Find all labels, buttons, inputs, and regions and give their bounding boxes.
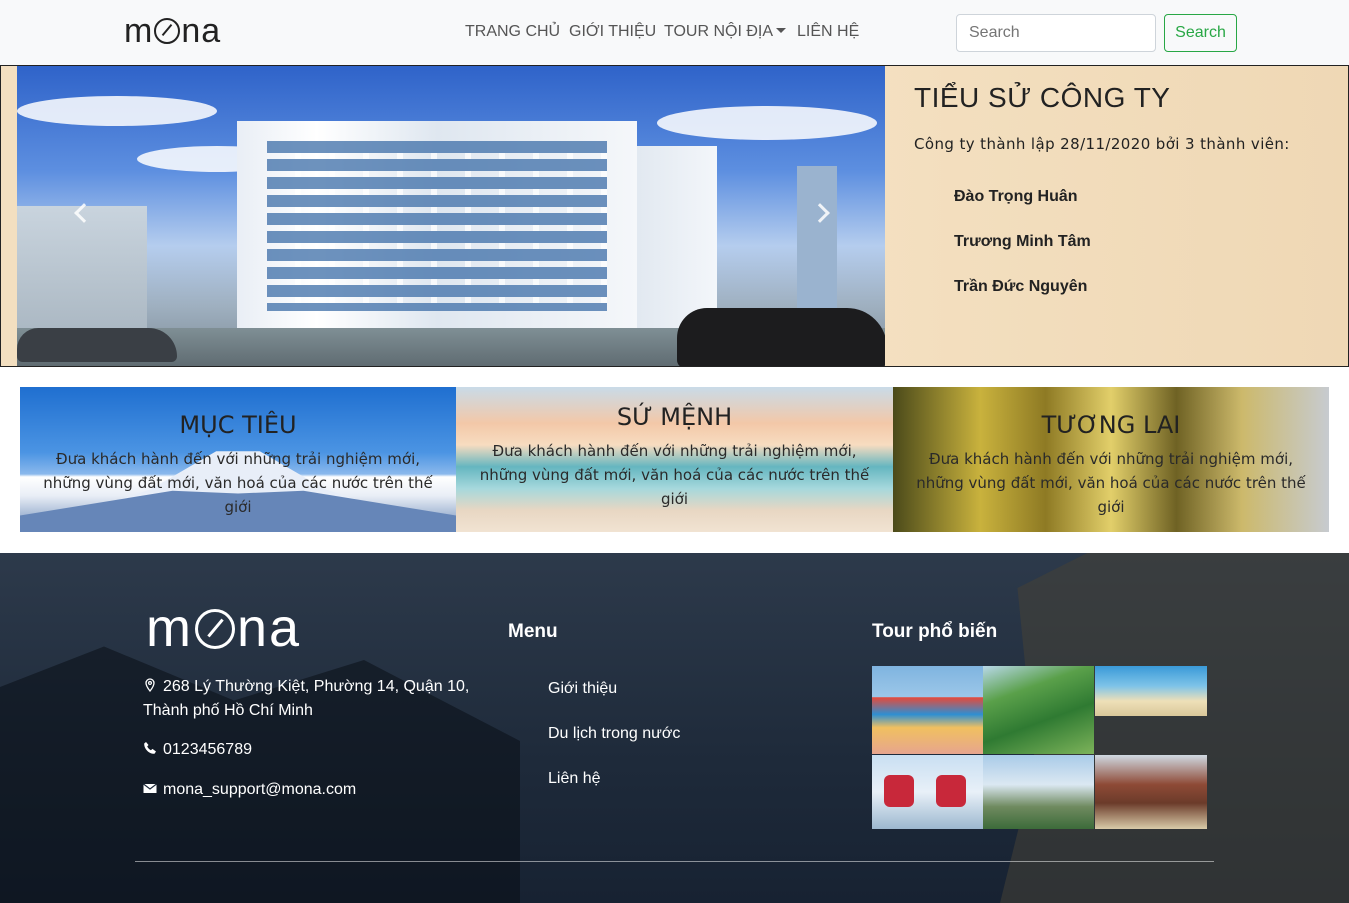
building bbox=[17, 206, 147, 336]
company-history-subtitle: Công ty thành lập 28/11/2020 bởi 3 thành… bbox=[914, 135, 1290, 153]
member-name: Đào Trọng Huân bbox=[954, 188, 1078, 205]
compass-icon bbox=[194, 609, 235, 649]
nav-link-domestic-tours-label: TOUR NỘI ĐỊA bbox=[664, 23, 774, 40]
phone-icon bbox=[144, 742, 156, 754]
search-input[interactable] bbox=[956, 14, 1156, 52]
tour-thumbnail[interactable] bbox=[983, 666, 1094, 754]
footer-tours-heading: Tour phổ biến bbox=[872, 621, 998, 642]
nav-link-domestic-tours[interactable]: TOUR NỘI ĐỊA bbox=[664, 23, 787, 41]
nav-link-home[interactable]: TRANG CHỦ bbox=[465, 23, 560, 41]
member-name: Trần Đức Nguyên bbox=[954, 278, 1088, 295]
email-address: mona_support@mona.com bbox=[163, 781, 357, 798]
card-text: Đưa khách hành đến với những trải nghiệm… bbox=[479, 442, 870, 508]
future-card: TƯƠNG LAI Đưa khách hành đến với những t… bbox=[893, 387, 1329, 532]
tour-thumbnail[interactable] bbox=[872, 666, 983, 754]
footer-link-contact[interactable]: Liên hệ bbox=[548, 770, 601, 788]
cliff-background bbox=[0, 646, 520, 903]
card-title: TƯƠNG LAI bbox=[1041, 411, 1181, 439]
carousel-image bbox=[17, 66, 885, 366]
footer-link-domestic-travel[interactable]: Du lịch trong nước bbox=[548, 725, 680, 743]
footer-email: mona_support@mona.com bbox=[143, 778, 356, 802]
tour-thumbnail[interactable] bbox=[1095, 755, 1207, 829]
company-history-title: TIỂU SỬ CÔNG TY bbox=[914, 82, 1171, 113]
location-pin-icon bbox=[145, 678, 155, 692]
member-name: Trương Minh Tâm bbox=[954, 233, 1091, 250]
footer-phone: 0123456789 bbox=[143, 738, 252, 762]
nav-link-about[interactable]: GIỚI THIỆU bbox=[569, 23, 656, 41]
card-text: Đưa khách hành đến với những trải nghiệm… bbox=[43, 450, 433, 516]
tour-thumbnail[interactable] bbox=[1095, 666, 1207, 716]
car bbox=[677, 308, 885, 366]
brand-logo[interactable]: m na bbox=[124, 12, 221, 51]
phone-number: 0123456789 bbox=[163, 741, 252, 758]
search-button[interactable]: Search bbox=[1164, 14, 1237, 52]
footer-divider bbox=[135, 861, 1214, 862]
cloud bbox=[657, 106, 877, 140]
card-title: MỤC TIÊU bbox=[179, 411, 297, 439]
address-line: 268 Lý Thường Kiệt, Phường 14, Quận 10, bbox=[163, 678, 470, 695]
mission-card: SỨ MỆNH Đưa khách hành đến với những trả… bbox=[456, 387, 893, 532]
office-building bbox=[237, 121, 637, 331]
footer-address: 268 Lý Thường Kiệt, Phường 14, Quận 10, … bbox=[143, 675, 469, 723]
nav-link-contact[interactable]: LIÊN HỆ bbox=[797, 23, 859, 41]
navbar: m na TRANG CHỦ GIỚI THIỆU TOUR NỘI ĐỊA LI… bbox=[0, 0, 1349, 65]
card-text: Đưa khách hành đến với những trải nghiệm… bbox=[916, 450, 1306, 516]
dropdown-caret-icon bbox=[776, 28, 787, 33]
car bbox=[17, 328, 177, 362]
footer-logo[interactable]: m na bbox=[146, 597, 301, 659]
goal-card: MỤC TIÊU Đưa khách hành đến với những tr… bbox=[20, 387, 456, 532]
address-line: Thành phố Hồ Chí Minh bbox=[143, 702, 313, 719]
tour-thumbnail[interactable] bbox=[983, 755, 1094, 829]
footer-link-about[interactable]: Giới thiệu bbox=[548, 680, 617, 698]
compass-icon bbox=[154, 18, 181, 44]
envelope-icon bbox=[143, 783, 157, 793]
footer-menu-heading: Menu bbox=[508, 621, 558, 642]
cloud bbox=[17, 96, 217, 126]
tour-thumbnail[interactable] bbox=[872, 755, 983, 829]
card-title: SỨ MỆNH bbox=[616, 403, 733, 431]
